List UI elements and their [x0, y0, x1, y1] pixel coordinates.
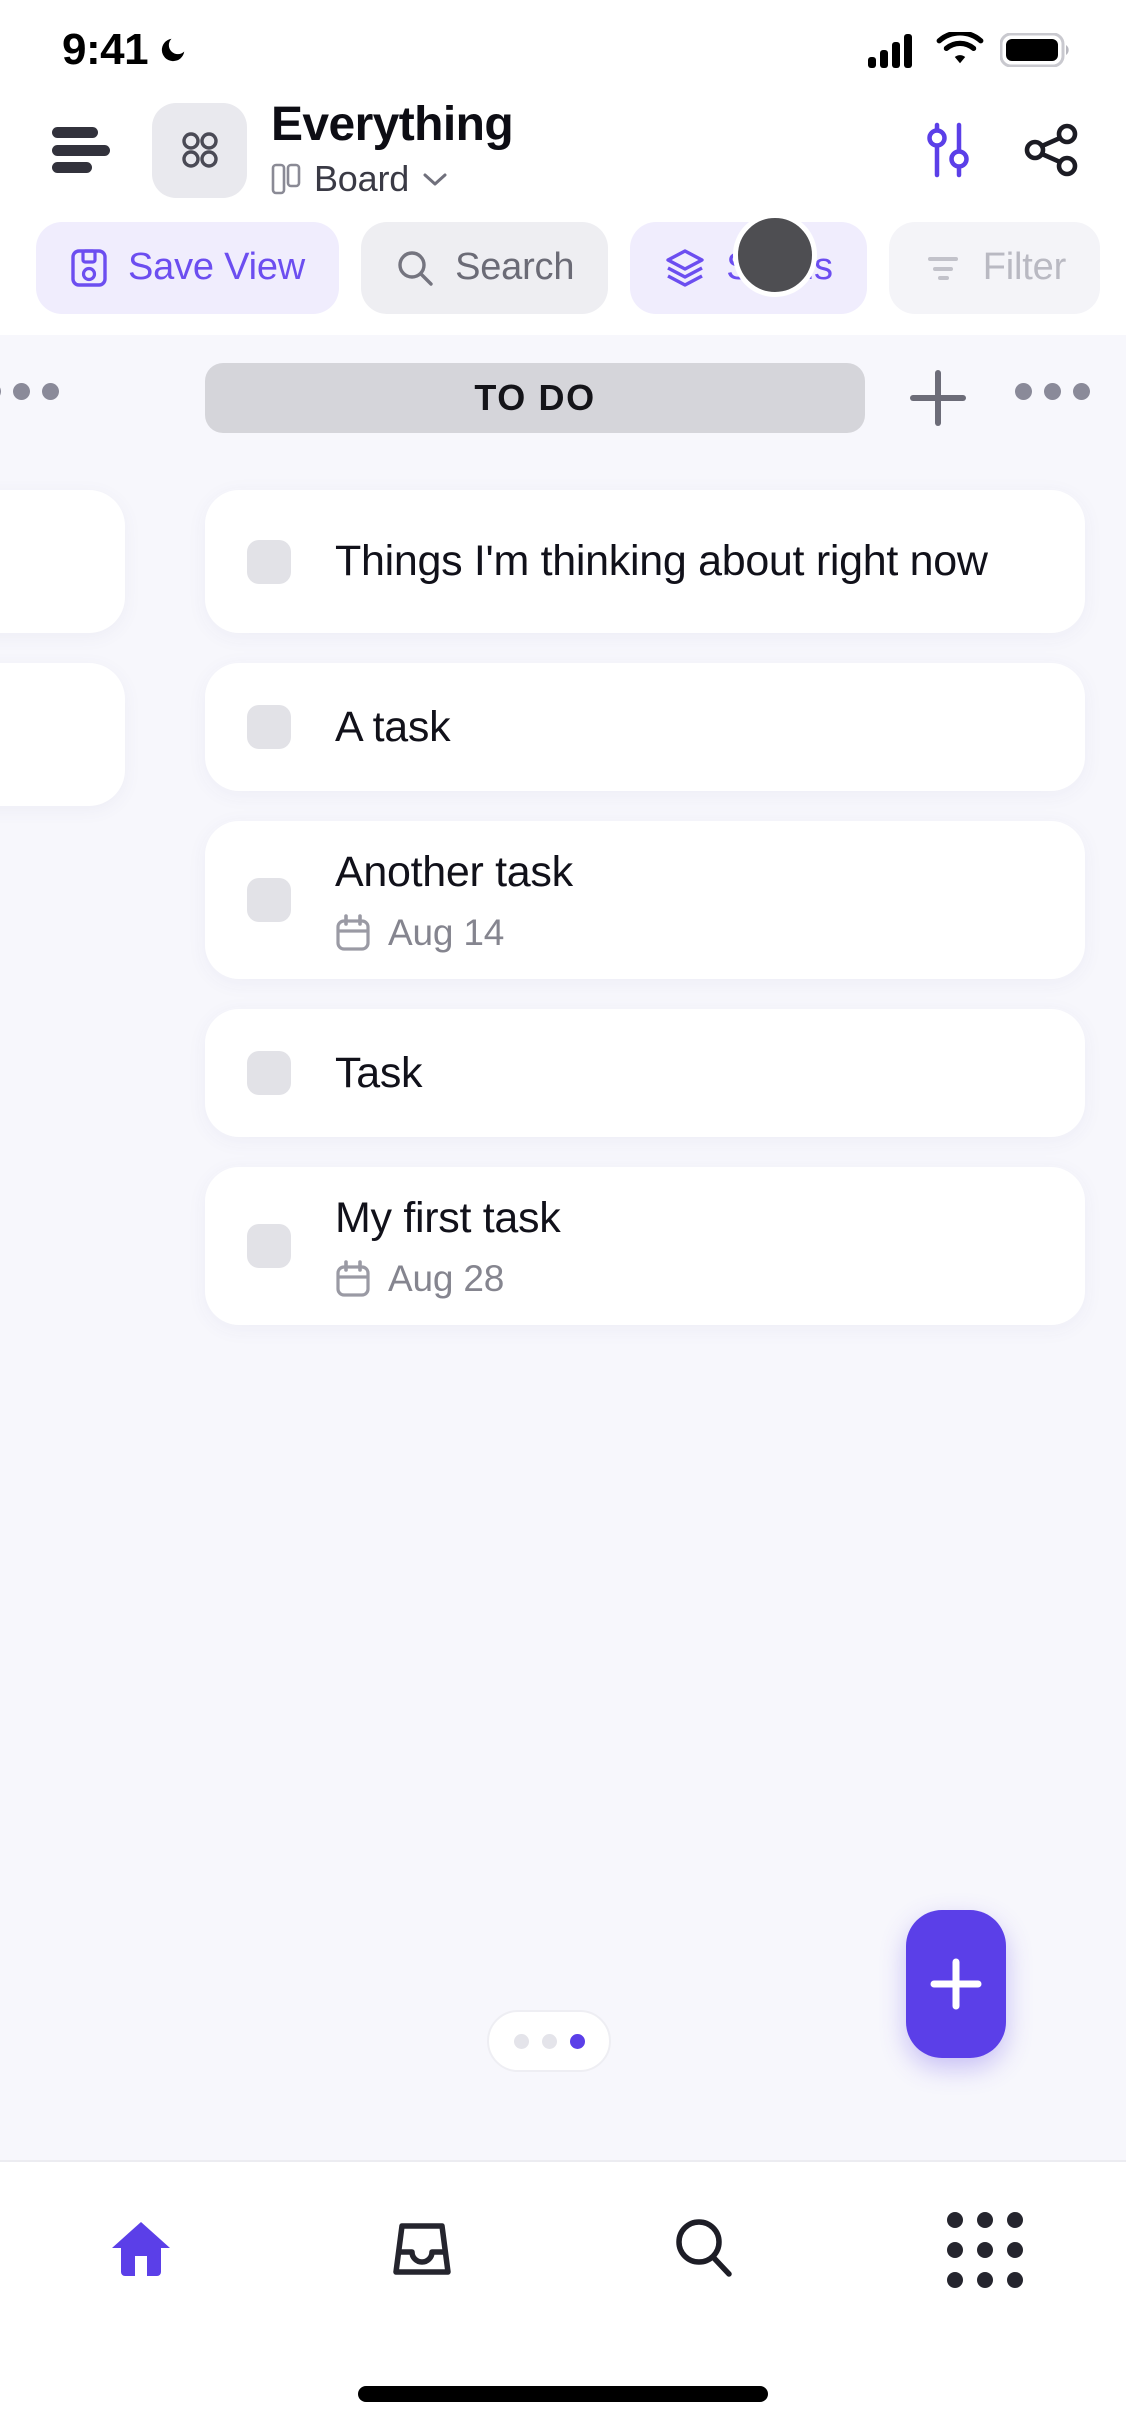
filter-icon — [927, 256, 958, 280]
page-dot-active — [569, 2033, 585, 2049]
task-card-body: Things I'm thinking about right now — [335, 535, 988, 587]
task-date-label: Aug 28 — [388, 1258, 505, 1300]
tab-inbox[interactable] — [282, 2162, 564, 2352]
task-status-checkbox[interactable] — [247, 705, 291, 749]
wifi-icon — [936, 32, 984, 64]
save-view-label: Save View — [128, 246, 306, 288]
search-label: Search — [455, 246, 575, 288]
task-card-body: Another task Aug 14 — [335, 846, 573, 954]
add-column-card-icon[interactable] — [905, 365, 971, 431]
status-bar-right — [868, 32, 1070, 68]
ghost-card[interactable] — [0, 490, 125, 633]
status-bar-left: 9:41 — [62, 25, 188, 75]
title-block: Everything Board — [271, 98, 514, 200]
plus-icon — [930, 1958, 982, 2010]
task-title: Another task — [335, 847, 573, 896]
task-title: Things I'm thinking about right now — [335, 537, 988, 586]
calendar-icon — [336, 914, 370, 951]
add-task-fab[interactable] — [906, 1910, 1006, 2058]
ghost-card[interactable] — [0, 663, 125, 806]
column-header: TO DO — [0, 335, 1126, 460]
save-view-chip[interactable]: Save View — [36, 221, 340, 314]
column-name: TO DO — [474, 377, 596, 418]
home-icon — [111, 2222, 170, 2278]
app-screen: 9:41 Everything Board Save View Search S… — [0, 0, 1126, 2436]
tab-home[interactable] — [0, 2162, 282, 2352]
bottom-tab-bar — [0, 2160, 1126, 2350]
page-title: Everything — [271, 98, 514, 152]
view-label: Board — [314, 157, 410, 199]
header-actions — [920, 121, 1080, 179]
task-status-checkbox[interactable] — [247, 878, 291, 922]
prev-column-menu-icon[interactable] — [0, 383, 59, 400]
task-card[interactable]: A task — [205, 663, 1085, 791]
moon-icon — [161, 38, 185, 62]
page-indicator[interactable] — [487, 2010, 611, 2072]
task-status-checkbox[interactable] — [247, 1051, 291, 1095]
filter-label: Filter — [982, 246, 1067, 288]
cellular-signal-icon — [868, 34, 912, 68]
task-card-body: A task — [335, 701, 451, 753]
chevron-down-icon — [423, 173, 447, 186]
view-toolbar: Save View Search Status Filter — [0, 200, 1126, 335]
grid-apps-icon — [947, 2212, 1024, 2288]
task-card[interactable]: Another task Aug 14 — [205, 821, 1085, 979]
status-bar: 9:41 — [0, 0, 1126, 100]
filter-chip[interactable]: Filter — [888, 221, 1101, 314]
view-selector[interactable]: Board — [271, 158, 513, 200]
task-due-date: Aug 14 — [335, 912, 573, 954]
task-due-date: Aug 28 — [335, 1258, 560, 1300]
app-header: Everything Board — [0, 98, 1126, 200]
task-card[interactable]: Things I'm thinking about right now — [205, 490, 1085, 633]
hamburger-menu-icon[interactable] — [52, 127, 110, 173]
task-title: A task — [335, 702, 451, 751]
task-card-body: Task — [335, 1047, 423, 1099]
column-to-do: Things I'm thinking about right now A ta… — [205, 490, 1085, 1355]
task-card[interactable]: Task — [205, 1009, 1085, 1137]
sliders-icon[interactable] — [920, 121, 976, 179]
task-status-checkbox[interactable] — [247, 539, 291, 584]
search-icon — [676, 2219, 732, 2277]
share-icon[interactable] — [1022, 121, 1080, 179]
search-icon — [398, 250, 433, 286]
home-indicator — [358, 2386, 768, 2402]
calendar-icon — [336, 1260, 370, 1297]
board-view: TO DO Things I'm thinking about right no… — [0, 335, 1126, 2160]
task-title: My first task — [335, 1193, 561, 1242]
task-title: Task — [335, 1048, 423, 1097]
search-chip[interactable]: Search — [361, 221, 609, 314]
task-status-checkbox[interactable] — [247, 1224, 291, 1268]
tab-search[interactable] — [563, 2162, 845, 2352]
task-date-label: Aug 14 — [388, 912, 505, 954]
column-title-pill[interactable]: TO DO — [205, 363, 865, 433]
task-card[interactable]: My first task Aug 28 — [205, 1167, 1085, 1325]
tab-apps[interactable] — [845, 2162, 1126, 2352]
four-dots-logo-icon[interactable] — [152, 102, 247, 198]
task-card-body: My first task Aug 28 — [335, 1192, 561, 1300]
layers-icon — [666, 248, 704, 287]
board-layout-icon — [271, 163, 301, 194]
save-disk-icon — [71, 248, 107, 287]
page-dot — [541, 2033, 557, 2049]
battery-icon — [1000, 33, 1069, 67]
status-bar-time: 9:41 — [62, 25, 149, 74]
status-label: Status — [726, 246, 833, 288]
page-dot — [513, 2033, 529, 2049]
status-chip[interactable]: Status — [630, 221, 867, 314]
adjacent-column-preview — [0, 490, 125, 806]
column-options-menu-icon[interactable] — [1015, 383, 1090, 400]
inbox-tray-icon — [393, 2223, 451, 2275]
